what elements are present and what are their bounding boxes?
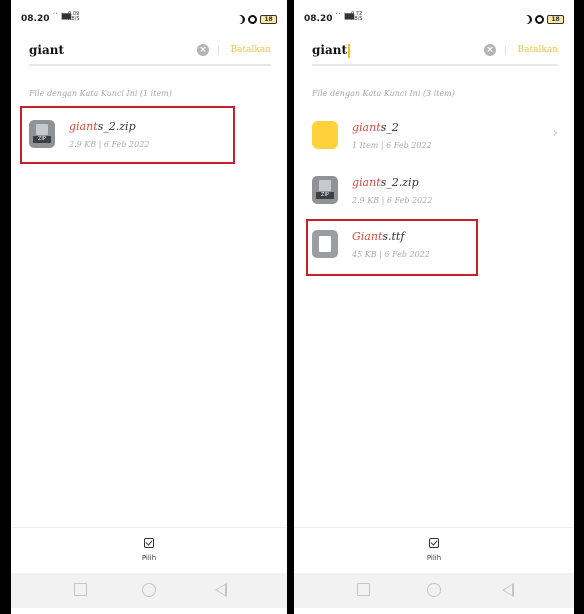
text-cursor — [348, 43, 350, 58]
battery-icon: 18 — [260, 14, 277, 24]
moon-icon — [521, 13, 533, 25]
search-bar: giant × Batalkan — [312, 38, 558, 66]
status-bar: 08.20 ´´▕▇▇ 0,09 KB/S 18 — [19, 12, 277, 26]
phone-screen-right: 08.20 ´´▕▇▇ 0,72 KB/S 18 giant × Batalka… — [294, 6, 574, 608]
clear-icon[interactable]: × — [197, 44, 209, 56]
search-input[interactable]: giant — [312, 43, 350, 58]
cancel-button[interactable]: Batalkan — [518, 45, 558, 55]
alarm-icon — [535, 14, 544, 24]
network-speed: 0,09 KB/S — [68, 11, 80, 22]
results-header: File dengan Kata Kunci Ini (1 item) — [29, 89, 172, 98]
back-icon[interactable] — [502, 583, 514, 597]
annotation-highlight-box — [20, 106, 235, 164]
back-icon[interactable] — [215, 583, 227, 597]
screenshot-frame: 08.20 ´´▕▇▇ 0,09 KB/S 18 giant × Batalka… — [0, 0, 584, 614]
list-item[interactable]: giants_2 1 Item | 6 Feb 2022 › — [312, 113, 558, 159]
checkbox-icon — [429, 538, 439, 548]
search-input[interactable]: giant — [29, 43, 64, 57]
recents-icon[interactable] — [357, 583, 370, 596]
divider — [218, 46, 219, 55]
network-speed: 0,72 KB/S — [351, 11, 363, 22]
bottom-action-bar: Pilih — [11, 527, 287, 573]
alarm-icon — [248, 14, 257, 24]
cancel-button[interactable]: Batalkan — [231, 45, 271, 55]
status-bar: 08.20 ´´▕▇▇ 0,72 KB/S 18 — [302, 12, 564, 26]
results-header: File dengan Kata Kunci Ini (3 item) — [312, 89, 455, 98]
zip-file-icon: ZIP — [312, 176, 338, 204]
status-time: 08.20 — [304, 14, 333, 24]
bottom-action-bar: Pilih — [294, 527, 574, 573]
system-nav-bar — [294, 573, 574, 608]
chevron-right-icon: › — [552, 126, 558, 141]
home-icon[interactable] — [142, 583, 156, 597]
status-time: 08.20 — [21, 14, 50, 24]
list-item[interactable]: ZIP giants_2.zip 2.9 KB | 6 Feb 2022 — [312, 168, 558, 214]
file-name: giants_2.zip — [352, 176, 419, 189]
file-meta: 1 Item | 6 Feb 2022 — [352, 141, 432, 150]
select-label: Pilih — [426, 554, 442, 562]
recents-icon[interactable] — [74, 583, 87, 596]
annotation-highlight-box — [306, 219, 478, 276]
right-border — [574, 0, 584, 614]
center-divider — [287, 0, 294, 614]
search-bar: giant × Batalkan — [29, 38, 271, 66]
select-label: Pilih — [141, 554, 157, 562]
divider — [505, 46, 506, 55]
moon-icon — [234, 13, 246, 25]
left-border — [0, 0, 11, 614]
checkbox-icon — [144, 538, 154, 548]
file-meta: 2.9 KB | 6 Feb 2022 — [352, 196, 433, 205]
battery-icon: 18 — [547, 14, 564, 24]
system-nav-bar — [11, 573, 287, 608]
folder-icon — [312, 121, 338, 149]
clear-icon[interactable]: × — [484, 44, 496, 56]
file-name: giants_2 — [352, 121, 399, 134]
home-icon[interactable] — [427, 583, 441, 597]
phone-screen-left: 08.20 ´´▕▇▇ 0,09 KB/S 18 giant × Batalka… — [11, 6, 287, 608]
